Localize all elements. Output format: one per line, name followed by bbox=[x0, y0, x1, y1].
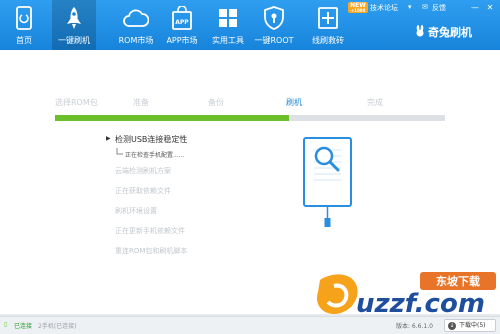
watermark-brand: 东坡下载 bbox=[436, 274, 480, 288]
progress-fill bbox=[55, 115, 289, 121]
task-active: 检测USB连接稳定性 bbox=[115, 135, 188, 144]
phone-status-icon: ▯ bbox=[4, 321, 8, 328]
download-label: 下载中(5) bbox=[459, 322, 486, 329]
windows-tiles-icon bbox=[219, 9, 237, 27]
app-logo: 奇兔刷机 bbox=[428, 26, 472, 39]
rocket-icon bbox=[67, 7, 81, 29]
shield-icon bbox=[264, 6, 284, 30]
new-badge: NEW +1000 bbox=[348, 2, 368, 13]
phone-home-icon bbox=[16, 6, 32, 30]
current-task-arrow-icon: ▶ bbox=[106, 135, 111, 142]
watermark-domain: uzzf.com bbox=[356, 289, 485, 319]
step-select-rom: 选择ROM包 bbox=[55, 98, 98, 107]
download-button[interactable]: ↓ 下载中(5) bbox=[444, 319, 496, 332]
task-substatus: 正在检查手机配置...... bbox=[125, 152, 185, 159]
feedback-icon: ✉ bbox=[422, 3, 428, 11]
device-status: 2手机(已连接) bbox=[38, 323, 77, 330]
nav-home[interactable]: 首页 bbox=[2, 0, 46, 50]
app-bag-icon: APP bbox=[172, 6, 192, 30]
phone-scan-icon bbox=[303, 137, 352, 227]
step-flash: 刷机 bbox=[286, 98, 302, 107]
task-pending: 重连ROM包和刷机脚本 bbox=[115, 247, 188, 255]
step-complete: 完成 bbox=[367, 98, 383, 107]
step-prepare: 准备 bbox=[133, 98, 149, 107]
app-icon-text: APP bbox=[175, 19, 189, 26]
version-label: 版本: 6.6.1.0 bbox=[396, 323, 433, 330]
nav-line-flash-rescue[interactable]: 线刷救砖 bbox=[306, 0, 350, 50]
step-backup: 备份 bbox=[208, 98, 224, 107]
feedback-link[interactable]: 反馈 bbox=[432, 3, 446, 13]
download-icon: ↓ bbox=[448, 322, 456, 330]
menu-icon[interactable]: ▾ bbox=[408, 3, 412, 11]
close-button[interactable]: ✕ bbox=[485, 3, 495, 12]
nav-one-click-root[interactable]: 一键ROOT bbox=[252, 0, 296, 50]
nav-one-click-root-label: 一键ROOT bbox=[254, 36, 294, 45]
task-pending: 正在更新手机依赖文件 bbox=[115, 227, 185, 235]
rabbit-logo-icon bbox=[416, 25, 424, 37]
task-pending: 刷机环境设置 bbox=[115, 207, 157, 215]
nav-one-click-flash-label: 一键刷机 bbox=[58, 36, 90, 45]
branch-icon bbox=[116, 148, 123, 155]
cloud-icon bbox=[123, 9, 149, 27]
task-pending: 正在获取依赖文件 bbox=[115, 187, 171, 195]
progress-bar bbox=[55, 115, 445, 121]
top-toolbar: 首页 一键刷机 ROM市场 APP APP市场 实用工具 一键ROOT 线刷救砖… bbox=[0, 0, 500, 50]
nav-one-click-flash[interactable]: 一键刷机 bbox=[52, 0, 96, 50]
minimize-button[interactable]: — bbox=[470, 3, 480, 12]
forum-link[interactable]: 技术论坛 bbox=[370, 3, 398, 13]
plus-grid-icon bbox=[318, 7, 338, 29]
uzzf-watermark-logo: 东坡下载 uzzf.com bbox=[316, 272, 496, 319]
connection-status: 已连接 bbox=[14, 323, 33, 330]
nav-line-flash-rescue-label: 线刷救砖 bbox=[312, 36, 344, 45]
new-badge-sub: +1000 bbox=[350, 8, 366, 13]
task-pending: 云端检测刷机方案 bbox=[115, 167, 171, 175]
